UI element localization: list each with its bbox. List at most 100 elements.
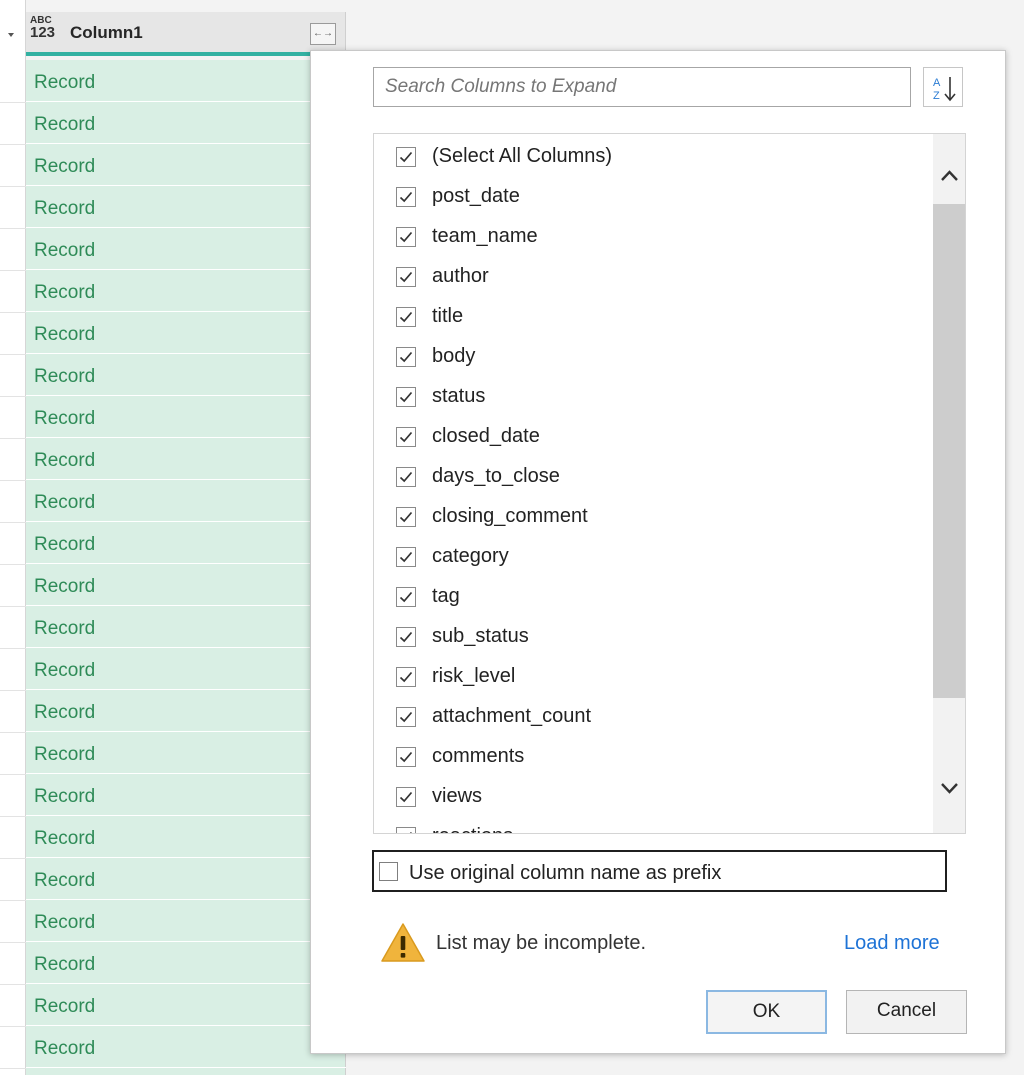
column-title[interactable]: Column1 bbox=[70, 23, 143, 43]
column-checkbox[interactable] bbox=[396, 467, 416, 487]
expand-column-button[interactable]: ←→ bbox=[310, 23, 336, 45]
column-checkbox[interactable] bbox=[396, 267, 416, 287]
search-columns-input[interactable] bbox=[373, 67, 911, 107]
table-row[interactable]: Record bbox=[26, 942, 346, 984]
table-row[interactable]: Record bbox=[26, 270, 346, 312]
column-checkbox[interactable] bbox=[396, 747, 416, 767]
svg-text:Z: Z bbox=[933, 90, 940, 102]
column-list-item[interactable]: team_name bbox=[374, 217, 929, 257]
column-list-item[interactable]: category bbox=[374, 537, 929, 577]
table-row[interactable]: Record bbox=[26, 732, 346, 774]
table-row[interactable]: Record bbox=[26, 984, 346, 1026]
ok-button[interactable]: OK bbox=[706, 990, 827, 1034]
table-row[interactable]: Record bbox=[26, 228, 346, 270]
cell-value: Record bbox=[34, 996, 96, 1017]
table-row[interactable]: Record bbox=[26, 354, 346, 396]
column-label: status bbox=[432, 385, 486, 407]
row-divider bbox=[0, 900, 26, 901]
column-list-item[interactable]: closed_date bbox=[374, 417, 929, 457]
row-divider bbox=[0, 816, 26, 817]
column-list-item[interactable]: closing_comment bbox=[374, 497, 929, 537]
column-label: risk_level bbox=[432, 665, 516, 687]
column-list-item[interactable]: status bbox=[374, 377, 929, 417]
column-checkbox[interactable] bbox=[396, 827, 416, 833]
row-divider bbox=[0, 774, 26, 775]
table-row[interactable]: Record bbox=[26, 606, 346, 648]
column-checkbox[interactable] bbox=[396, 427, 416, 447]
column-label: days_to_close bbox=[432, 465, 560, 487]
column-checkbox[interactable] bbox=[396, 227, 416, 247]
table-row[interactable]: Record bbox=[26, 522, 346, 564]
column-checkbox[interactable] bbox=[396, 587, 416, 607]
column-checkbox[interactable] bbox=[396, 187, 416, 207]
column-label: body bbox=[432, 345, 476, 367]
table-row[interactable]: Record bbox=[26, 480, 346, 522]
column-checkbox[interactable] bbox=[396, 347, 416, 367]
column-list-item[interactable]: title bbox=[374, 297, 929, 337]
column-list-item[interactable]: risk_level bbox=[374, 657, 929, 697]
table-row[interactable]: Record bbox=[26, 1026, 346, 1068]
cell-value: Record bbox=[34, 618, 96, 639]
chevron-up-icon bbox=[941, 170, 958, 181]
table-row[interactable]: Record bbox=[26, 186, 346, 228]
table-row[interactable]: Record bbox=[26, 312, 346, 354]
scrollbar-thumb[interactable] bbox=[933, 204, 965, 698]
table-row[interactable]: Record bbox=[26, 816, 346, 858]
column-list-item[interactable]: views bbox=[374, 777, 929, 817]
column-checkbox[interactable] bbox=[396, 667, 416, 687]
column-checkbox[interactable] bbox=[396, 387, 416, 407]
column-list-item[interactable]: attachment_count bbox=[374, 697, 929, 737]
row-divider bbox=[0, 648, 26, 649]
table-row[interactable]: Record bbox=[26, 438, 346, 480]
column-list-item[interactable]: reactions bbox=[374, 817, 929, 833]
prefix-checkbox-row[interactable]: Use original column name as prefix bbox=[372, 850, 947, 892]
column-list-item[interactable]: (Select All Columns) bbox=[374, 137, 929, 177]
table-row[interactable]: Record bbox=[26, 690, 346, 732]
column-label: team_name bbox=[432, 225, 538, 247]
scroll-up-button[interactable] bbox=[933, 154, 965, 198]
type-any-icon[interactable]: ABC 123 bbox=[30, 16, 64, 41]
sort-az-button[interactable]: A Z bbox=[923, 67, 963, 107]
table-row[interactable]: Record bbox=[26, 102, 346, 144]
checkmark-icon bbox=[399, 751, 413, 763]
column-list-item[interactable]: sub_status bbox=[374, 617, 929, 657]
table-row[interactable]: Record bbox=[26, 774, 346, 816]
table-row[interactable]: Record bbox=[26, 900, 346, 942]
cell-value: Record bbox=[34, 198, 96, 219]
cell-value: Record bbox=[34, 1038, 96, 1059]
column-checkbox[interactable] bbox=[396, 627, 416, 647]
table-row[interactable]: Record bbox=[26, 564, 346, 606]
checkmark-icon bbox=[399, 231, 413, 243]
column-list-item[interactable]: body bbox=[374, 337, 929, 377]
column-checkbox[interactable] bbox=[396, 707, 416, 727]
table-row[interactable]: Record bbox=[26, 648, 346, 690]
scroll-down-button[interactable] bbox=[933, 766, 965, 810]
column-list-item[interactable]: post_date bbox=[374, 177, 929, 217]
table-row[interactable]: Record bbox=[26, 396, 346, 438]
table-row[interactable]: Record bbox=[26, 858, 346, 900]
row-divider bbox=[0, 396, 26, 397]
column-checkbox[interactable] bbox=[396, 307, 416, 327]
table-row[interactable]: Record bbox=[26, 60, 346, 102]
chevron-down-icon[interactable] bbox=[8, 33, 14, 37]
column-list-item[interactable]: days_to_close bbox=[374, 457, 929, 497]
load-more-link[interactable]: Load more bbox=[844, 932, 940, 955]
column-label: closed_date bbox=[432, 425, 540, 447]
column-checkbox[interactable] bbox=[396, 547, 416, 567]
column-checkbox[interactable] bbox=[396, 507, 416, 527]
column-list-item[interactable]: author bbox=[374, 257, 929, 297]
column-label: reactions bbox=[432, 825, 513, 833]
svg-text:A: A bbox=[933, 77, 941, 89]
prefix-checkbox[interactable] bbox=[379, 862, 398, 881]
checkmark-icon bbox=[399, 791, 413, 803]
cancel-button[interactable]: Cancel bbox=[846, 990, 967, 1034]
row-divider bbox=[0, 354, 26, 355]
column-list-item[interactable]: tag bbox=[374, 577, 929, 617]
column-list-item[interactable]: comments bbox=[374, 737, 929, 777]
cell-value: Record bbox=[34, 660, 96, 681]
column-checkbox[interactable] bbox=[396, 147, 416, 167]
table-row[interactable]: Record bbox=[26, 144, 346, 186]
checkmark-icon bbox=[399, 471, 413, 483]
column-checkbox[interactable] bbox=[396, 787, 416, 807]
cell-value: Record bbox=[34, 828, 96, 849]
